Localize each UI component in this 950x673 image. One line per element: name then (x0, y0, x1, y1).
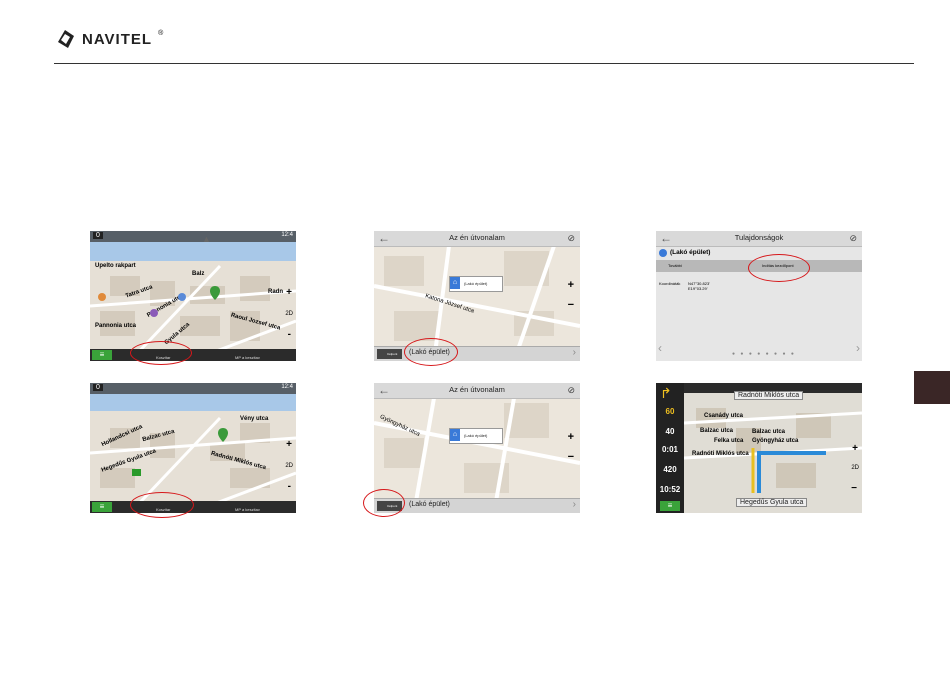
map-pin-icon (210, 286, 220, 300)
street-label: Vény utca (240, 416, 269, 422)
view-2d-button[interactable]: 2D (285, 463, 293, 469)
place-name: (Lakó épület) (670, 249, 711, 256)
finish-flag-button[interactable]: Célpont (377, 349, 402, 359)
zoom-in-button[interactable]: + (286, 287, 292, 298)
view-2d-button[interactable]: 2D (851, 465, 859, 471)
zoom-out-button[interactable]: − (851, 483, 857, 494)
home-icon: ⌂ (450, 277, 460, 289)
menu-button[interactable]: ≡ (92, 502, 112, 512)
zoom-out-button[interactable]: − (568, 299, 574, 311)
poi-icon (98, 293, 106, 301)
street-label: Pannonia utca (95, 323, 137, 329)
map-pin-icon (218, 428, 228, 442)
home-icon: ⌂ (450, 429, 460, 441)
map-graphic (374, 245, 580, 361)
screen-title: Az én útvonalam (449, 233, 505, 242)
header-rule (54, 63, 914, 64)
time-remaining: 0:01 (661, 445, 678, 454)
registered-mark: ® (158, 29, 164, 37)
street-label: Balzac utca (700, 428, 734, 434)
compass-icon[interactable]: ▲ (202, 234, 211, 244)
zoom-in-button[interactable]: + (852, 443, 858, 454)
zoom-out-button[interactable]: − (568, 451, 574, 463)
chevron-right-icon[interactable]: › (573, 499, 576, 510)
location-popup[interactable]: ⌂ (Lakó épület) (449, 428, 503, 444)
zoom-in-button[interactable]: + (568, 431, 574, 443)
screen-title: Tulajdonságok (734, 233, 784, 242)
screenshot-properties: ← Tulajdonságok ⊘ (Lakó épület) További … (656, 231, 862, 361)
navitel-logo: NAVITEL ® (54, 28, 163, 50)
turn-arrow-icon: ↱ (660, 385, 672, 401)
status-bar: 0 12:4 (90, 231, 296, 242)
map-graphic (374, 397, 580, 513)
screenshot-map-1: 0 12:4 Upelto rakpart Tatra utca Pannonia… (90, 231, 296, 361)
settings-icon[interactable]: ⊘ (567, 233, 575, 244)
speed-value: 60 (665, 407, 675, 416)
header-bar: ← Tulajdonságok ⊘ (656, 231, 862, 247)
highlight-ellipse (748, 254, 810, 282)
screenshot-route-1: ← Az én útvonalam ⊘ ⌂ (Lakó épület) Kato… (374, 231, 580, 361)
chevron-right-icon[interactable]: › (573, 347, 576, 358)
coord-label: Koordináták (659, 281, 681, 286)
map-graphic (656, 383, 862, 513)
clock: 10:52 (659, 485, 681, 494)
place-icon (659, 249, 667, 257)
screenshot-navigation: ↱ 60 40 0:01 420 10:52 Radnóti Miklós ut… (656, 383, 862, 513)
map-graphic (90, 231, 296, 361)
brand-name: NAVITEL (82, 30, 153, 48)
coord-value: N47°30.823' E19°03.29' (688, 281, 710, 291)
distance-remaining: 420 (663, 465, 677, 474)
bottom-bar-item[interactable]: MP a keszitav (235, 355, 260, 360)
map-graphic (90, 383, 296, 513)
street-label: Felka utca (714, 438, 744, 444)
zoom-out-button[interactable]: - (288, 329, 291, 340)
view-2d-button[interactable]: 2D (285, 311, 293, 317)
bottom-bar-item[interactable]: MP a keszitav (235, 507, 260, 512)
street-label: Csanády utca (704, 413, 744, 419)
next-page-icon[interactable]: › (856, 341, 860, 355)
bottom-bar: ≡ Koszitar MP a keszitav (90, 349, 296, 361)
street-label: Radn (268, 289, 283, 295)
current-street-label: Hegedűs Gyula utca (736, 498, 808, 507)
flag-icon (132, 469, 141, 476)
zoom-in-button[interactable]: + (286, 439, 292, 450)
screenshot-route-2: ← Az én útvonalam ⊘ ⌂ (Lakó épület) Gyön… (374, 383, 580, 513)
street-label: Balz (192, 271, 205, 277)
settings-icon[interactable]: ⊘ (849, 233, 857, 244)
street-label: Radnóti Miklós utca (692, 451, 749, 457)
poi-icon (150, 309, 158, 317)
header-bar: ← Az én útvonalam ⊘ (374, 383, 580, 399)
highlight-ellipse (130, 492, 194, 518)
menu-button[interactable]: ≡ (92, 350, 112, 360)
highlight-ellipse (404, 338, 458, 366)
zoom-in-button[interactable]: + (568, 279, 574, 291)
navigation-panel: ↱ 60 40 0:01 420 10:52 (656, 383, 684, 513)
route-destination[interactable]: (Lakó épület) (409, 501, 450, 508)
side-tab (914, 371, 950, 404)
next-street-label: Radnóti Miklós utca (734, 391, 804, 400)
screen-title: Az én útvonalam (449, 385, 505, 394)
street-label: Upelto rakpart (95, 263, 136, 269)
street-label: Gyöngyház utca (752, 438, 799, 444)
menu-button[interactable]: ≡ (660, 501, 680, 511)
status-bar: 0 12:4 (90, 383, 296, 394)
zoom-out-button[interactable]: - (288, 481, 291, 492)
header-bar: ← Az én útvonalam ⊘ (374, 231, 580, 247)
highlight-ellipse (130, 341, 192, 365)
distance-to-turn: 40 (665, 427, 675, 436)
action-left-button[interactable]: További (668, 263, 682, 268)
page-dots: ● ● ● ● ● ● ● ● (732, 351, 796, 357)
screenshot-map-2: 0 12:4 Hollandcsi utca Balzac utca Hegedű… (90, 383, 296, 513)
settings-icon[interactable]: ⊘ (567, 385, 575, 396)
navitel-logo-icon (58, 30, 74, 48)
poi-icon (178, 293, 186, 301)
street-label: Balzac utca (752, 429, 786, 435)
prev-page-icon[interactable]: ‹ (658, 341, 662, 355)
location-popup[interactable]: ⌂ (Lakó épület) (449, 276, 503, 292)
route-bar: Célpont (Lakó épület) › (374, 498, 580, 513)
highlight-ellipse (363, 489, 405, 517)
